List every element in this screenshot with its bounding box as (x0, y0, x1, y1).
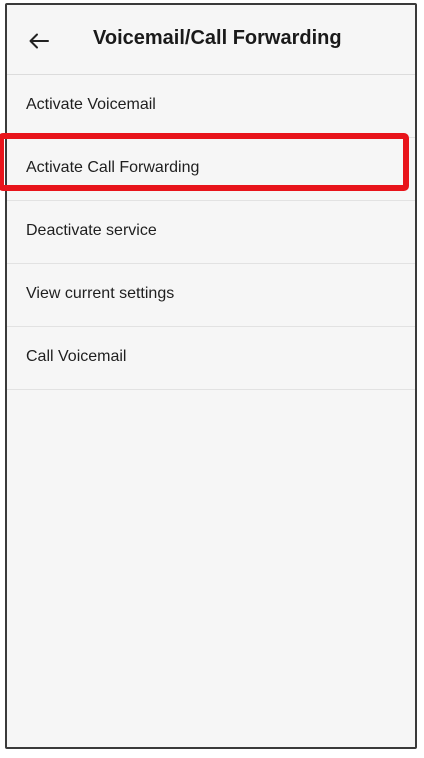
arrow-left-icon (29, 33, 49, 49)
back-button[interactable] (21, 25, 57, 57)
menu-item-activate-voicemail[interactable]: Activate Voicemail (7, 75, 415, 138)
menu-item-label: Activate Voicemail (26, 96, 156, 113)
page-title: Voicemail/Call Forwarding (93, 27, 342, 49)
menu-item-label: Deactivate service (26, 222, 157, 239)
menu-item-label: Call Voicemail (26, 348, 127, 365)
menu-item-label: Activate Call Forwarding (26, 159, 200, 176)
app-bar: Voicemail/Call Forwarding (7, 5, 415, 75)
menu-item-activate-call-forwarding[interactable]: Activate Call Forwarding (7, 138, 415, 201)
menu-list: Activate Voicemail Activate Call Forward… (7, 75, 415, 390)
menu-item-call-voicemail[interactable]: Call Voicemail (7, 327, 415, 390)
menu-item-deactivate-service[interactable]: Deactivate service (7, 201, 415, 264)
phone-screen: Voicemail/Call Forwarding Activate Voice… (5, 3, 417, 749)
menu-item-label: View current settings (26, 285, 175, 302)
menu-item-view-current-settings[interactable]: View current settings (7, 264, 415, 327)
